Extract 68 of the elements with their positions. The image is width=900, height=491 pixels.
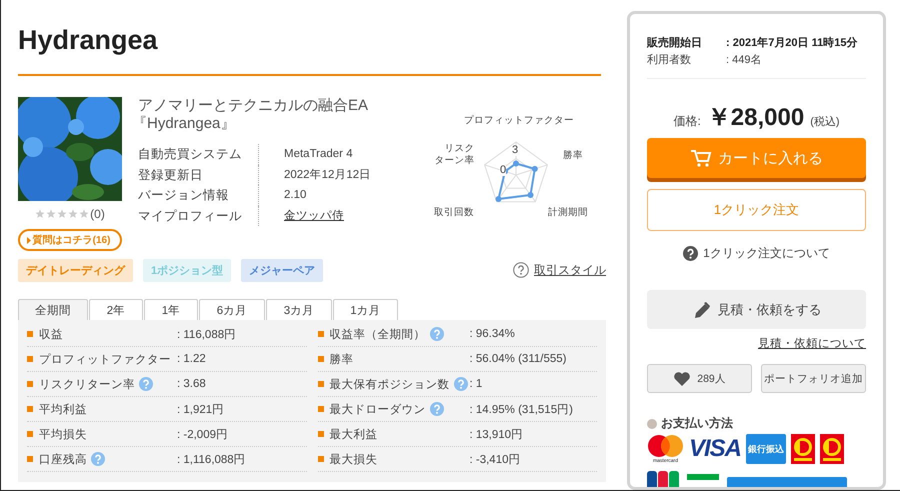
price-label: 価格:: [673, 113, 701, 130]
stat-label: 平均損失: [39, 428, 87, 442]
radar-axis-label: 計測期間: [548, 207, 588, 219]
stat-value: : 1: [470, 378, 482, 390]
help-link[interactable]: 1クリック注文について: [703, 245, 830, 262]
stat-label: 最大利益: [330, 428, 378, 442]
radar-axis-label: 取引回数: [434, 207, 474, 219]
radar-axis-label: リスクターン率: [433, 143, 474, 167]
stat-value: : 56.04% (311/555): [470, 353, 566, 365]
radar-axis-label: プロフィットファクター: [464, 115, 574, 127]
stat-label: 最大ドローダウン: [330, 402, 426, 416]
period-tab[interactable]: 1年: [144, 299, 198, 320]
info-label: 自動売買システム: [138, 146, 243, 163]
stat-value: : 1.22: [177, 353, 206, 365]
stat-value: : 1,921円: [177, 402, 224, 416]
product-subtitle: 『Hydrangea』: [132, 115, 236, 133]
detail-label: 利用者数: [647, 53, 692, 67]
visa-logo: VISA: [689, 435, 742, 463]
price-value: ￥28,000: [706, 103, 804, 133]
radar-axis-label: 勝率: [563, 150, 583, 162]
quote-info-link[interactable]: 見積・依頼について: [647, 336, 866, 351]
radar-tick-label: 3: [512, 145, 518, 156]
radar-tick-label: 0: [500, 165, 506, 176]
stat-label: 収益: [39, 328, 63, 342]
info-label: マイプロフィール: [138, 208, 243, 224]
bank-transfer-logo: 銀行振込: [746, 434, 786, 464]
stat-label: 最大損失: [330, 452, 378, 466]
stat-value: : 14.95% (31,515円): [470, 402, 573, 416]
stat-label: 口座残高: [39, 452, 87, 466]
quote-request-button[interactable]: 見積・依頼をする: [647, 290, 866, 329]
info-value: MetaTrader 4: [284, 148, 353, 160]
stat-label: 勝率: [330, 352, 354, 366]
period-tab[interactable]: 全期間: [18, 299, 88, 320]
info-value: 2022年12月12日: [284, 168, 372, 180]
period-tab[interactable]: 2年: [89, 299, 143, 320]
tax-note: (税込): [810, 115, 840, 129]
tag: メジャーペア: [241, 258, 324, 282]
stat-value: : -2,009円: [177, 428, 228, 442]
stat-label: リスクリターン率: [39, 378, 135, 392]
period-tab[interactable]: 3カ月: [266, 299, 332, 320]
info-label: 登録更新日: [138, 166, 204, 184]
stat-label: 収益率（全期間）: [330, 328, 426, 342]
profile-link[interactable]: 金ツッパ侍: [284, 210, 344, 222]
product-headline: アノマリーとテクニカルの融合EA: [138, 97, 370, 115]
info-value: 2.10: [284, 189, 306, 201]
detail-value: : 449名: [726, 53, 762, 67]
stat-value: : 96.34%: [470, 328, 515, 340]
stat-value: : 13,910円: [470, 428, 524, 442]
detail-value: : 2021年7月20日 11時15分: [726, 36, 858, 50]
page-title: Hydrangea: [18, 24, 158, 56]
period-tab[interactable]: 1カ月: [333, 299, 398, 320]
stat-value: : 1,116,088円: [177, 452, 246, 466]
stat-label: 最大保有ポジション数: [330, 378, 450, 392]
info-label: バージョン情報: [138, 187, 230, 204]
detail-label: 販売開始日: [647, 36, 703, 50]
trading-style-link[interactable]: 取引スタイル: [534, 262, 606, 278]
stat-value: : 116,088円: [177, 328, 236, 342]
stat-value: : -3,410円: [470, 452, 520, 466]
tag: デイトレーディング: [18, 258, 133, 282]
rating-count: (0): [90, 207, 105, 221]
period-tab[interactable]: 6カ月: [199, 299, 265, 320]
tag: 1ポジション型: [143, 258, 232, 282]
stat-label: プロフィットファクター: [39, 352, 171, 366]
add-portfolio-button[interactable]: ポートフォリオ追加: [761, 364, 866, 393]
stat-label: 平均利益: [39, 402, 87, 416]
payment-title: お支払い方法: [661, 415, 733, 432]
stat-value: : 3.68: [177, 378, 206, 390]
favorite-button[interactable]: 289人: [647, 364, 752, 393]
